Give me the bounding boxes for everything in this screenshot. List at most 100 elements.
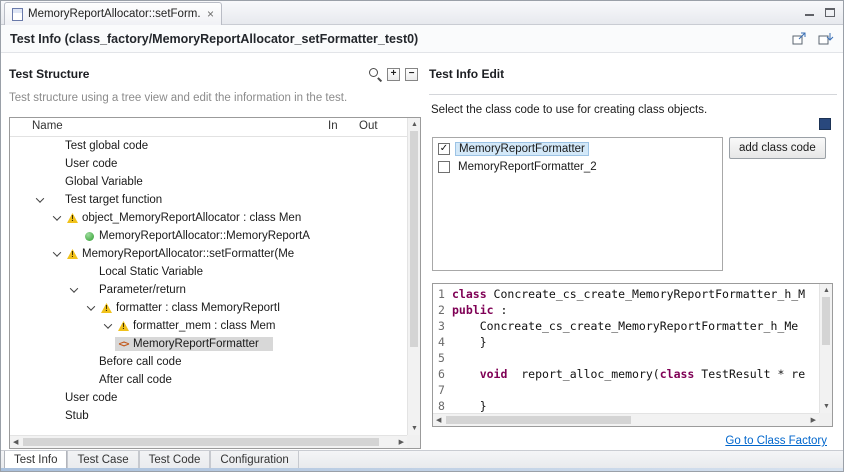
line-number: 1 — [438, 287, 445, 301]
tree-row-label: Test global code — [65, 140, 149, 152]
scroll-thumb[interactable] — [822, 297, 830, 345]
scroll-thumb[interactable] — [23, 438, 379, 446]
scroll-left-icon[interactable]: ◀ — [13, 439, 18, 446]
tree-row[interactable]: Before call code — [10, 353, 407, 371]
tree-row[interactable]: Global Variable — [10, 173, 407, 191]
collapse-chevron-icon[interactable] — [33, 194, 47, 203]
collapse-all-icon[interactable] — [405, 67, 418, 81]
tree-row[interactable]: Test target function — [10, 191, 407, 209]
tree-row[interactable]: object_MemoryReportAllocator : class Men — [10, 209, 407, 227]
collapse-chevron-icon[interactable] — [50, 212, 64, 221]
collapse-chevron-icon[interactable] — [101, 320, 115, 329]
column-header-out[interactable]: Out — [359, 120, 378, 132]
maximize-button[interactable] — [825, 8, 835, 17]
tree-row-content: object_MemoryReportAllocator : class Men — [64, 211, 303, 225]
tree-row[interactable]: Test global code — [10, 137, 407, 155]
add-class-code-button[interactable]: add class code — [729, 137, 826, 159]
collapse-chevron-icon[interactable] — [50, 248, 64, 257]
tree-row-content: Test target function — [47, 193, 164, 207]
scroll-right-icon[interactable]: ▶ — [399, 439, 404, 446]
tree-row-content: Stub — [47, 409, 91, 423]
editor-tab-icon — [12, 7, 23, 21]
class-option-label[interactable]: MemoryReportFormatter_2 — [455, 161, 600, 173]
column-header-name[interactable]: Name — [32, 120, 63, 132]
scroll-left-icon[interactable]: ◀ — [436, 417, 441, 424]
close-icon[interactable]: × — [207, 8, 214, 20]
scroll-thumb[interactable] — [446, 416, 632, 424]
editor-tab[interactable]: MemoryReportAllocator::setForm... × — [4, 2, 222, 25]
scroll-thumb[interactable] — [410, 131, 418, 347]
tree-row-content: Before call code — [81, 355, 183, 369]
code-line: 3 Concreate_cs_create_MemoryReportFormat… — [433, 319, 819, 335]
collapse-chevron-icon[interactable] — [84, 302, 98, 311]
class-option-row[interactable]: ✓ MemoryReportFormatter — [433, 140, 722, 158]
test-structure-description: Test structure using a tree view and edi… — [9, 92, 348, 104]
warning-icon — [66, 249, 79, 259]
tree-row-content: MemoryReportAllocator::MemoryReportA — [81, 229, 312, 243]
scrollbar-corner — [407, 435, 420, 448]
class-option-label[interactable]: MemoryReportFormatter — [455, 142, 589, 156]
tree-row[interactable]: After call code — [10, 371, 407, 389]
expand-all-icon[interactable] — [387, 67, 400, 81]
code-horizontal-scrollbar[interactable]: ◀ ▶ — [433, 413, 819, 426]
tree-row[interactable]: User code — [10, 155, 407, 173]
class-option-row[interactable]: MemoryReportFormatter_2 — [433, 158, 722, 176]
tree-row-label: User code — [65, 158, 118, 170]
tree-row[interactable]: Stub — [10, 407, 407, 425]
tree-row-label: User code — [65, 392, 118, 404]
tree-row[interactable]: MemoryReportAllocator::MemoryReportA — [10, 227, 407, 245]
tree-row-content: Test global code — [47, 139, 150, 153]
scroll-up-icon[interactable]: ▲ — [823, 287, 830, 294]
import-icon[interactable] — [817, 31, 834, 46]
code-text: } — [452, 335, 487, 349]
tree-row-content: User code — [47, 391, 119, 405]
tree-row[interactable]: User code — [10, 389, 407, 407]
code-line: 4 } — [433, 335, 819, 351]
tree-row[interactable]: Parameter/return — [10, 281, 407, 299]
line-number: 4 — [438, 335, 445, 349]
tree-horizontal-scrollbar[interactable]: ◀ ▶ — [10, 435, 407, 448]
minimize-button[interactable] — [805, 8, 815, 17]
export-icon[interactable] — [791, 31, 808, 46]
scrollbar-corner — [819, 413, 832, 426]
warning-icon — [117, 321, 130, 331]
search-icon[interactable] — [368, 67, 382, 81]
code-line: 2 public : — [433, 303, 819, 319]
tree-row-label: MemoryReportFormatter — [133, 338, 259, 350]
collapse-chevron-icon[interactable] — [67, 284, 81, 293]
class-ref-icon: <> — [118, 338, 129, 350]
test-info-edit-panel: Test Info Edit Select the class code to … — [429, 65, 837, 449]
section-separator — [429, 94, 837, 95]
code-vertical-scrollbar[interactable]: ▲ ▼ — [819, 284, 832, 413]
scroll-up-icon[interactable]: ▲ — [411, 121, 418, 128]
constructor-icon — [83, 231, 96, 241]
scroll-down-icon[interactable]: ▼ — [411, 425, 418, 432]
tree-row[interactable]: formatter_mem : class Mem — [10, 317, 407, 335]
scroll-down-icon[interactable]: ▼ — [823, 403, 830, 410]
tree-row-label: Global Variable — [65, 176, 143, 188]
tree-row[interactable]: Local Static Variable — [10, 263, 407, 281]
scroll-right-icon[interactable]: ▶ — [811, 417, 816, 424]
tree-row[interactable]: MemoryReportAllocator::setFormatter(Me — [10, 245, 407, 263]
checkbox[interactable] — [438, 161, 450, 173]
code-text: void report_alloc_memory(class TestResul… — [479, 367, 806, 381]
code-line: 7 — [433, 383, 819, 399]
tree-row-label: Test target function — [65, 194, 163, 206]
tree-row-label: After call code — [99, 374, 172, 386]
code-line: 6 void report_alloc_memory(class TestRes… — [433, 367, 819, 383]
tree-vertical-scrollbar[interactable]: ▲ ▼ — [407, 118, 420, 435]
tree-body: Test global code User code Global Variable… — [10, 137, 407, 435]
tree-row[interactable]: formatter : class MemoryReportI — [10, 299, 407, 317]
test-info-edit-title: Test Info Edit — [429, 67, 505, 81]
test-structure-panel: Test Structure Test structure using a tr… — [9, 65, 421, 449]
test-structure-tree: Name In Out Test global code User code Glo… — [9, 117, 421, 449]
go-to-class-factory-link[interactable]: Go to Class Factory — [725, 435, 827, 447]
checkbox[interactable]: ✓ — [438, 143, 450, 155]
tree-row[interactable]: <> MemoryReportFormatter — [10, 335, 407, 353]
column-header-in[interactable]: In — [328, 120, 338, 132]
tree-row-label: Parameter/return — [99, 284, 186, 296]
line-number: 7 — [438, 383, 445, 397]
code-view: 1 class Concreate_cs_create_MemoryReportF… — [433, 284, 819, 413]
line-number: 2 — [438, 303, 445, 317]
